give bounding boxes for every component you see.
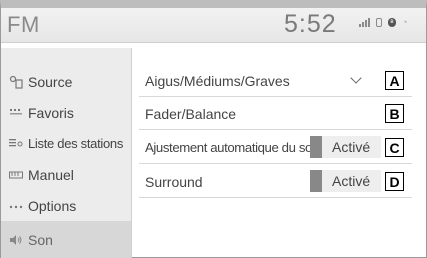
sidebar-item-label: Manuel — [28, 166, 74, 183]
sidebar-item-manuel[interactable]: Manuel — [1, 159, 131, 190]
phone-battery-icon — [376, 18, 382, 27]
head-unit-screen: FM 5:52 ʙ ◔ Source Favoris Liste des sta… — [0, 0, 427, 258]
setting-label: Ajustement automatique du son — [145, 140, 319, 155]
sidebar-item-source[interactable]: Source — [1, 66, 131, 97]
options-icon — [9, 199, 23, 213]
sidebar-item-station-list[interactable]: Liste des stations — [1, 128, 131, 159]
toggle-indicator — [310, 170, 322, 192]
bluetooth-icon: ʙ — [388, 18, 396, 27]
favorites-icon — [9, 106, 23, 120]
setting-label: Fader/Balance — [145, 105, 237, 122]
setting-row-auto-sound: Ajustement automatique du son Activé C — [139, 132, 412, 164]
speaker-icon — [9, 233, 23, 247]
setting-row-surround: Surround Activé D — [139, 166, 412, 198]
setting-row-fader-balance[interactable]: Fader/Balance B — [139, 98, 412, 130]
status-header: FM 5:52 ʙ ◔ — [1, 8, 426, 43]
status-icons: ʙ ◔ — [359, 18, 407, 27]
setting-row-treble-mid-bass[interactable]: Aigus/Médiums/Graves A — [139, 65, 412, 97]
sidebar-item-label: Favoris — [28, 104, 74, 121]
callout-b: B — [385, 104, 404, 123]
setting-label: Surround — [145, 173, 203, 190]
toggle-value: Activé — [332, 139, 371, 155]
toggle-value: Activé — [332, 173, 371, 189]
screen-title: FM — [7, 12, 40, 37]
signal-icon — [359, 18, 370, 27]
wifi-icon: ◔ — [402, 17, 408, 27]
sidebar-item-favoris[interactable]: Favoris — [1, 97, 131, 128]
surround-toggle[interactable]: Activé — [310, 170, 381, 192]
sidebar-item-label: Liste des stations — [28, 136, 124, 151]
auto-sound-toggle[interactable]: Activé — [310, 136, 381, 158]
chevron-down-icon[interactable] — [350, 72, 362, 84]
source-icon — [9, 75, 23, 89]
sidebar-item-son[interactable]: Son — [1, 221, 131, 258]
sidebar-item-options[interactable]: Options — [1, 190, 131, 221]
callout-d: D — [385, 172, 404, 191]
sidebar-item-label: Options — [28, 197, 77, 214]
toggle-indicator — [310, 136, 322, 158]
station-list-icon — [9, 137, 23, 151]
callout-c: C — [385, 138, 404, 157]
sidebar-item-label: Source — [28, 73, 73, 90]
setting-label: Aigus/Médiums/Graves — [145, 72, 290, 89]
sidebar: Source Favoris Liste des stations Manuel… — [1, 48, 132, 258]
manual-icon — [9, 168, 23, 182]
callout-a: A — [385, 71, 404, 90]
sidebar-item-label: Son — [28, 231, 53, 248]
clock: 5:52 — [284, 10, 337, 38]
